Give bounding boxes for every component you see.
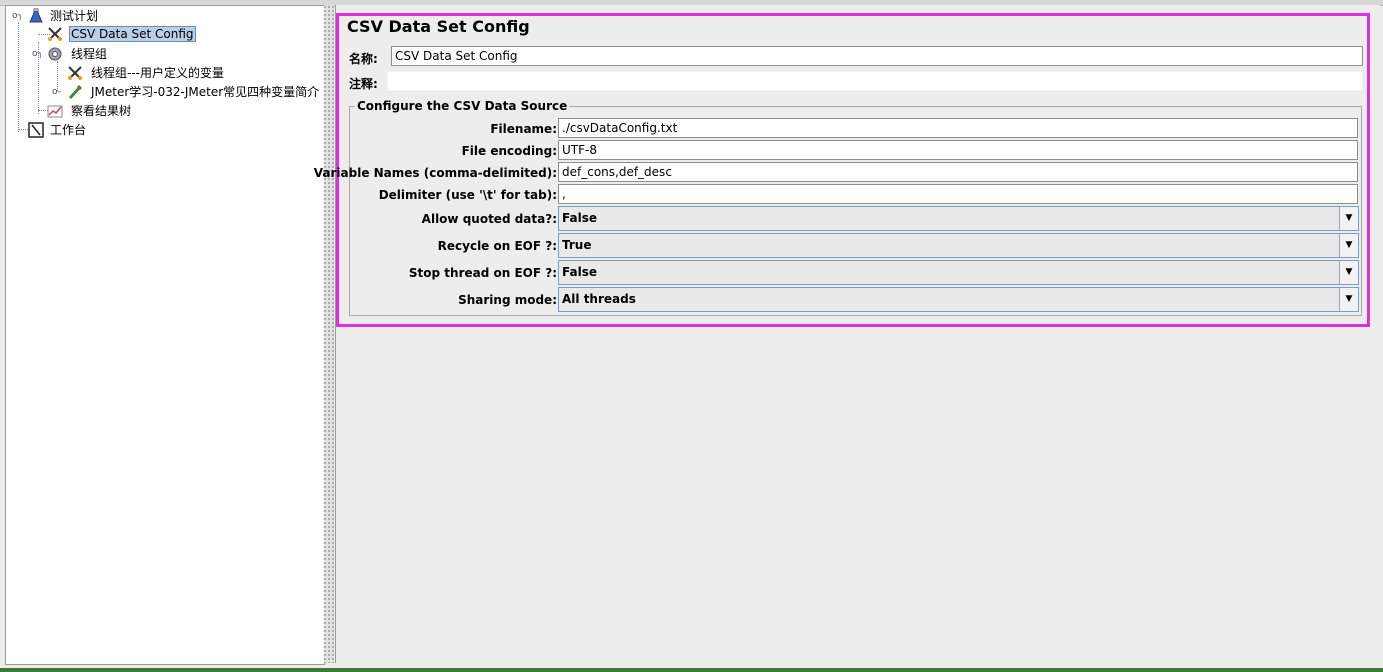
stop-thread-eof-label: Stop thread on EOF ?:: [408, 266, 557, 280]
recycle-eof-label: Recycle on EOF ?:: [437, 239, 557, 253]
sharing-mode-value: All threads: [562, 292, 636, 306]
workbench-icon: [28, 122, 44, 138]
comment-label: 注释:: [349, 77, 378, 91]
file-encoding-input[interactable]: UTF-8: [558, 140, 1358, 160]
name-input[interactable]: CSV Data Set Config: [391, 46, 1363, 66]
tree-node-label: JMeter学习-032-JMeter常见四种变量简介: [91, 85, 320, 99]
chevron-down-icon[interactable]: ▼: [1339, 234, 1358, 257]
chevron-down-icon[interactable]: ▼: [1339, 207, 1358, 230]
sharing-mode-select[interactable]: All threads ▼: [558, 287, 1359, 312]
comment-input[interactable]: [387, 71, 1363, 91]
tree-node-label: 察看结果树: [71, 104, 132, 118]
tree-node-thread-group[interactable]: 线程组: [47, 45, 109, 63]
sharing-mode-label: Sharing mode:: [458, 293, 557, 307]
delimiter-label: Delimiter (use '\t' for tab):: [378, 188, 557, 202]
scissors-config-icon: [68, 66, 82, 80]
recycle-eof-value: True: [562, 238, 592, 252]
jmeter-window: o┐ 测试计划 CSV Data Set Config o┐ 线程组 线程组--…: [0, 0, 1383, 668]
flask-icon: [29, 8, 43, 23]
variable-names-label: Variable Names (comma-delimited):: [313, 166, 557, 180]
recycle-eof-select[interactable]: True ▼: [558, 233, 1359, 258]
sampler-brush-icon: [68, 84, 83, 100]
config-panel: CSV Data Set Config 名称: CSV Data Set Con…: [314, 5, 1380, 663]
tree-node-label: CSV Data Set Config: [69, 26, 196, 42]
tree-node-view-results-tree[interactable]: 察看结果树: [47, 102, 133, 120]
chevron-down-icon[interactable]: ▼: [1339, 288, 1358, 311]
tree-node-user-defined-variables[interactable]: 线程组---用户定义的变量: [67, 64, 226, 82]
name-label: 名称:: [349, 52, 378, 66]
file-encoding-label: File encoding:: [461, 144, 557, 158]
delimiter-input[interactable]: ,: [558, 184, 1358, 204]
tree-node-label: 线程组: [71, 47, 108, 61]
test-plan-tree[interactable]: o┐ 测试计划 CSV Data Set Config o┐ 线程组 线程组--…: [5, 5, 325, 665]
tree-node-label: 工作台: [50, 123, 87, 137]
stop-thread-eof-value: False: [562, 265, 597, 279]
tree-node-test-plan[interactable]: 测试计划: [28, 7, 100, 25]
allow-quoted-value: False: [562, 211, 597, 225]
filename-input[interactable]: ./csvDataConfig.txt: [558, 118, 1358, 138]
expand-handle-icon[interactable]: o┐: [32, 49, 43, 59]
tree-connector: [18, 22, 19, 132]
expand-handle-icon[interactable]: o┐: [12, 11, 23, 21]
split-pane-divider[interactable]: [324, 5, 334, 663]
chevron-down-icon[interactable]: ▼: [1339, 261, 1358, 284]
tree-node-label: 测试计划: [50, 9, 99, 23]
scissors-config-icon: [48, 27, 62, 41]
expand-handle-icon[interactable]: o-: [52, 87, 61, 97]
tree-node-label: 线程组---用户定义的变量: [91, 66, 224, 80]
variable-names-input[interactable]: def_cons,def_desc: [558, 162, 1358, 182]
page-title: CSV Data Set Config: [347, 17, 530, 36]
group-title: Configure the CSV Data Source: [355, 99, 570, 113]
tree-node-workbench[interactable]: 工作台: [28, 121, 88, 139]
gear-icon: [48, 47, 62, 61]
allow-quoted-select[interactable]: False ▼: [558, 206, 1359, 231]
filename-label: Filename:: [490, 122, 557, 136]
chart-listener-icon: [47, 105, 63, 118]
allow-quoted-label: Allow quoted data?:: [421, 212, 557, 226]
stop-thread-eof-select[interactable]: False ▼: [558, 260, 1359, 285]
tree-node-sampler[interactable]: JMeter学习-032-JMeter常见四种变量简介: [67, 83, 321, 101]
tree-node-csv-data-set-config[interactable]: CSV Data Set Config: [47, 25, 196, 43]
